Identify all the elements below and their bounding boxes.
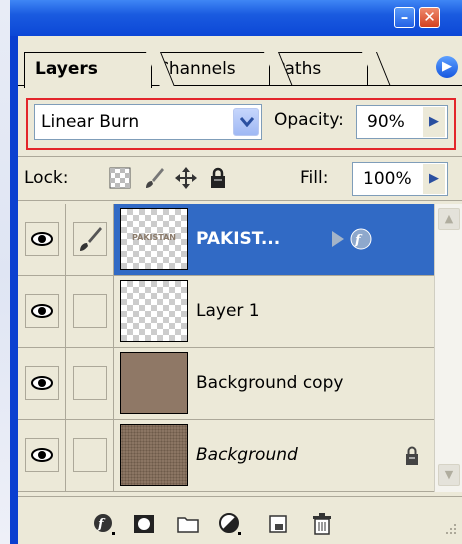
link-toggle[interactable] bbox=[73, 438, 107, 472]
layer-content[interactable]: Background bbox=[114, 420, 434, 491]
lock-pixels-brush-icon[interactable] bbox=[142, 166, 166, 190]
layer-name: PAKIST... bbox=[196, 229, 281, 249]
palette-titlebar: – ✕ bbox=[10, 0, 462, 36]
brush-toggle[interactable] bbox=[73, 222, 107, 256]
divider bbox=[18, 200, 462, 201]
eye-icon bbox=[31, 232, 53, 246]
layer-row-layer-1[interactable]: Layer 1 bbox=[18, 276, 434, 348]
layer-row-background[interactable]: Background bbox=[18, 420, 434, 492]
layer-thumbnail bbox=[120, 424, 188, 486]
layers-palette: – ✕ Paths Channels Layers ▶ Linear Burn … bbox=[10, 0, 462, 544]
layer-row-background-copy[interactable]: Background copy bbox=[18, 348, 434, 420]
layer-content[interactable]: Layer 1 bbox=[114, 276, 434, 347]
opacity-label: Opacity: bbox=[274, 110, 344, 130]
fill-label: Fill: bbox=[300, 168, 329, 188]
eye-icon bbox=[31, 448, 53, 462]
visibility-cell bbox=[18, 420, 66, 491]
blend-mode-select[interactable]: Linear Burn bbox=[34, 104, 262, 140]
thumbnail-text: PAKISTAN bbox=[132, 233, 176, 242]
close-button[interactable]: ✕ bbox=[419, 7, 440, 28]
lock-position-move-icon[interactable] bbox=[174, 166, 198, 190]
layer-content[interactable]: Background copy bbox=[114, 348, 434, 419]
resize-grip-icon[interactable] bbox=[442, 522, 458, 538]
link-cell bbox=[66, 348, 114, 419]
visibility-cell bbox=[18, 276, 66, 347]
eye-icon bbox=[31, 304, 53, 318]
new-layer-icon[interactable] bbox=[266, 512, 290, 536]
expand-effects-triangle-icon[interactable] bbox=[330, 230, 346, 248]
minimize-button[interactable]: – bbox=[394, 7, 415, 28]
link-cell bbox=[66, 420, 114, 491]
lock-transparency-icon[interactable] bbox=[108, 166, 132, 190]
layer-name: Background bbox=[196, 445, 298, 465]
visibility-toggle[interactable] bbox=[25, 222, 59, 256]
layer-mask-icon[interactable] bbox=[132, 512, 156, 536]
new-group-folder-icon[interactable] bbox=[176, 512, 200, 536]
eye-icon bbox=[31, 376, 53, 390]
trash-icon[interactable] bbox=[310, 512, 334, 536]
tab-row: Paths Channels Layers ▶ bbox=[18, 36, 462, 94]
visibility-toggle[interactable] bbox=[25, 366, 59, 400]
layer-row-pakistan[interactable]: PAKISTAN PAKIST... f bbox=[18, 204, 434, 276]
palette-bottom-bar: f bbox=[18, 502, 462, 544]
visibility-cell bbox=[18, 204, 66, 275]
fill-value: 100% bbox=[363, 169, 412, 189]
divider bbox=[18, 156, 462, 157]
scroll-up-arrow-icon[interactable]: ▲ bbox=[438, 208, 460, 230]
layer-content[interactable]: PAKISTAN PAKIST... f bbox=[114, 204, 434, 275]
blend-mode-value: Linear Burn bbox=[41, 112, 140, 132]
layer-name: Background copy bbox=[196, 373, 344, 393]
opacity-field[interactable]: 90% ▶ bbox=[356, 105, 448, 139]
layer-name: Layer 1 bbox=[196, 301, 260, 321]
link-toggle[interactable] bbox=[73, 366, 107, 400]
layer-lock-icon bbox=[406, 446, 418, 465]
tab-layers[interactable]: Layers bbox=[24, 52, 152, 88]
lock-label: Lock: bbox=[24, 168, 69, 188]
layer-thumbnail bbox=[120, 280, 188, 342]
fill-slider-arrow-icon[interactable]: ▶ bbox=[423, 164, 445, 194]
visibility-toggle[interactable] bbox=[25, 294, 59, 328]
opacity-value: 90% bbox=[367, 112, 405, 132]
layer-thumbnail: PAKISTAN bbox=[120, 208, 188, 270]
visibility-cell bbox=[18, 348, 66, 419]
layers-list: PAKISTAN PAKIST... f Layer 1 Background … bbox=[18, 204, 434, 492]
dropdown-arrow-icon[interactable] bbox=[233, 108, 259, 136]
link-toggle[interactable] bbox=[73, 294, 107, 328]
divider bbox=[18, 496, 462, 497]
opacity-slider-arrow-icon[interactable]: ▶ bbox=[423, 107, 445, 137]
palette-menu-button[interactable]: ▶ bbox=[436, 56, 458, 78]
brush-icon bbox=[80, 227, 102, 251]
layer-thumbnail bbox=[120, 352, 188, 414]
palette-body: Paths Channels Layers ▶ Linear Burn Opac… bbox=[18, 36, 462, 544]
new-adjustment-layer-icon[interactable] bbox=[218, 512, 242, 536]
layer-effects-icon[interactable]: f bbox=[350, 228, 372, 250]
scroll-down-arrow-icon[interactable]: ▼ bbox=[438, 464, 460, 486]
layer-style-icon[interactable]: f bbox=[92, 512, 116, 536]
link-cell bbox=[66, 204, 114, 275]
layers-scrollbar[interactable]: ▲ ▼ bbox=[434, 204, 462, 492]
fill-field[interactable]: 100% ▶ bbox=[352, 162, 448, 196]
link-cell bbox=[66, 276, 114, 347]
visibility-toggle[interactable] bbox=[25, 438, 59, 472]
lock-all-padlock-icon[interactable] bbox=[206, 166, 230, 190]
